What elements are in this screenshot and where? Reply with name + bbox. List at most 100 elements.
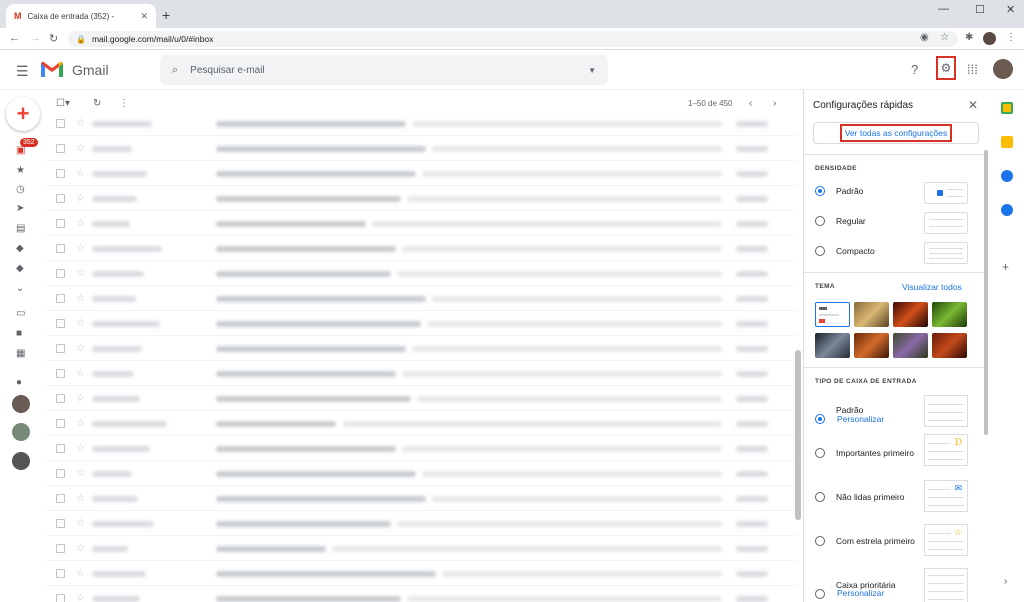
minimize-icon[interactable]: — xyxy=(938,3,949,15)
star-icon[interactable]: ☆ xyxy=(76,268,85,279)
extensions-icon[interactable]: ✱ xyxy=(965,32,973,43)
row-checkbox[interactable] xyxy=(56,219,65,228)
radio-unselected[interactable] xyxy=(815,216,825,226)
star-icon[interactable]: ☆ xyxy=(76,118,85,129)
email-row[interactable]: ☆ xyxy=(46,337,796,361)
density-option-default[interactable]: Padrão xyxy=(815,186,863,196)
starred-icon[interactable]: ★ xyxy=(16,165,25,176)
search-bar[interactable]: ⌕ Pesquisar e-mail ▼ xyxy=(160,55,608,85)
newer-icon[interactable]: ‹ xyxy=(749,98,752,109)
row-checkbox[interactable] xyxy=(56,244,65,253)
theme-option[interactable] xyxy=(932,302,967,327)
star-icon[interactable]: ☆ xyxy=(76,393,85,404)
star-icon[interactable]: ☆ xyxy=(76,193,85,204)
email-row[interactable]: ☆ xyxy=(46,437,796,461)
account-avatar[interactable] xyxy=(993,59,1013,79)
star-icon[interactable]: ☆ xyxy=(76,318,85,329)
hangouts-contact-avatar-2[interactable] xyxy=(12,423,30,441)
list-scrollbar[interactable] xyxy=(795,350,801,520)
drafts-icon[interactable]: ▤ xyxy=(16,223,25,234)
star-icon[interactable]: ☆ xyxy=(76,568,85,579)
row-checkbox[interactable] xyxy=(56,394,65,403)
radio-unselected[interactable] xyxy=(815,589,825,599)
email-row[interactable]: ☆ xyxy=(46,212,796,236)
calendar-icon[interactable] xyxy=(1001,102,1013,114)
url-bar[interactable]: 🔒 mail.google.com/mail/u/0/#inbox xyxy=(68,31,958,47)
tab-close-icon[interactable]: ✕ xyxy=(140,11,148,22)
star-icon[interactable]: ☆ xyxy=(76,518,85,529)
email-row[interactable]: ☆ xyxy=(46,462,796,486)
email-row[interactable]: ☆ xyxy=(46,387,796,411)
reload-icon[interactable]: ↻ xyxy=(49,32,58,45)
star-icon[interactable]: ☆ xyxy=(76,343,85,354)
email-row[interactable]: ☆ xyxy=(46,512,796,536)
email-row[interactable]: ☆ xyxy=(46,187,796,211)
theme-option[interactable] xyxy=(854,302,889,327)
theme-default[interactable] xyxy=(815,302,850,327)
email-row[interactable]: ☆ xyxy=(46,312,796,336)
hangouts-contact-avatar-3[interactable] xyxy=(12,452,30,470)
row-checkbox[interactable] xyxy=(56,469,65,478)
row-checkbox[interactable] xyxy=(56,344,65,353)
star-icon[interactable]: ☆ xyxy=(76,293,85,304)
star-icon[interactable]: ☆ xyxy=(76,143,85,154)
inbox-type-unread-first[interactable]: Não lidas primeiro xyxy=(815,492,905,502)
gmail-logo-icon[interactable] xyxy=(40,60,64,78)
theme-option[interactable] xyxy=(932,333,967,358)
more-chevron-icon[interactable]: ⌄ xyxy=(16,283,24,294)
row-checkbox[interactable] xyxy=(56,194,65,203)
refresh-icon[interactable]: ↻ xyxy=(93,98,101,109)
browser-profile-avatar[interactable] xyxy=(983,32,996,45)
inbox-type-starred-first[interactable]: Com estrela primeiro xyxy=(815,536,915,546)
row-checkbox[interactable] xyxy=(56,494,65,503)
star-icon[interactable]: ☆ xyxy=(76,168,85,179)
email-row[interactable]: ☆ xyxy=(46,162,796,186)
select-all-checkbox-icon[interactable]: ☐▾ xyxy=(56,98,70,109)
row-checkbox[interactable] xyxy=(56,519,65,528)
keyboard-icon[interactable]: ▦ xyxy=(16,348,25,359)
see-all-settings-button[interactable]: Ver todas as configurações xyxy=(813,122,979,144)
help-icon[interactable]: ? xyxy=(911,62,918,77)
email-row[interactable]: ☆ xyxy=(46,237,796,261)
search-icon[interactable]: ⌕ xyxy=(172,64,178,77)
sent-icon[interactable]: ➤ xyxy=(16,203,24,214)
search-options-icon[interactable]: ▼ xyxy=(588,66,596,75)
row-checkbox[interactable] xyxy=(56,444,65,453)
new-tab-icon[interactable]: + xyxy=(162,7,170,23)
email-row[interactable]: ☆ xyxy=(46,262,796,286)
hangouts-icon[interactable]: ● xyxy=(16,377,22,388)
browser-menu-icon[interactable]: ⋮ xyxy=(1006,32,1016,43)
radio-selected[interactable] xyxy=(815,186,825,196)
radio-unselected[interactable] xyxy=(815,448,825,458)
star-icon[interactable]: ☆ xyxy=(76,543,85,554)
star-icon[interactable]: ☆ xyxy=(76,468,85,479)
row-checkbox[interactable] xyxy=(56,119,65,128)
more-actions-icon[interactable]: ⋮ xyxy=(119,98,129,109)
keep-icon[interactable] xyxy=(1001,136,1013,148)
density-option-compact[interactable]: Compacto xyxy=(815,246,875,256)
email-row[interactable]: ☆ xyxy=(46,118,796,136)
browser-tab[interactable]: M Caixa de entrada (352) - ✕ xyxy=(6,4,156,28)
apps-grid-icon[interactable]: ⁞⁞⁞ xyxy=(967,62,978,77)
row-checkbox[interactable] xyxy=(56,169,65,178)
email-row[interactable]: ☆ xyxy=(46,537,796,561)
hangouts-contact-avatar[interactable] xyxy=(12,395,30,413)
row-checkbox[interactable] xyxy=(56,319,65,328)
radio-unselected[interactable] xyxy=(815,492,825,502)
customize-link[interactable]: Personalizar xyxy=(837,414,884,424)
star-icon[interactable]: ☆ xyxy=(76,593,85,602)
meet-new-icon[interactable]: ▭ xyxy=(16,308,25,319)
forward-icon[interactable]: → xyxy=(30,32,41,44)
label-icon[interactable]: ◆ xyxy=(16,243,24,254)
radio-unselected[interactable] xyxy=(815,246,825,256)
row-checkbox[interactable] xyxy=(56,544,65,553)
star-icon[interactable]: ☆ xyxy=(76,493,85,504)
theme-option[interactable] xyxy=(854,333,889,358)
theme-option[interactable] xyxy=(893,333,928,358)
radio-unselected[interactable] xyxy=(815,536,825,546)
star-icon[interactable]: ☆ xyxy=(76,418,85,429)
settings-gear-icon[interactable]: ⚙ xyxy=(936,56,956,80)
window-close-icon[interactable]: ✕ xyxy=(1006,3,1015,16)
row-checkbox[interactable] xyxy=(56,269,65,278)
tasks-icon[interactable] xyxy=(1001,170,1013,182)
